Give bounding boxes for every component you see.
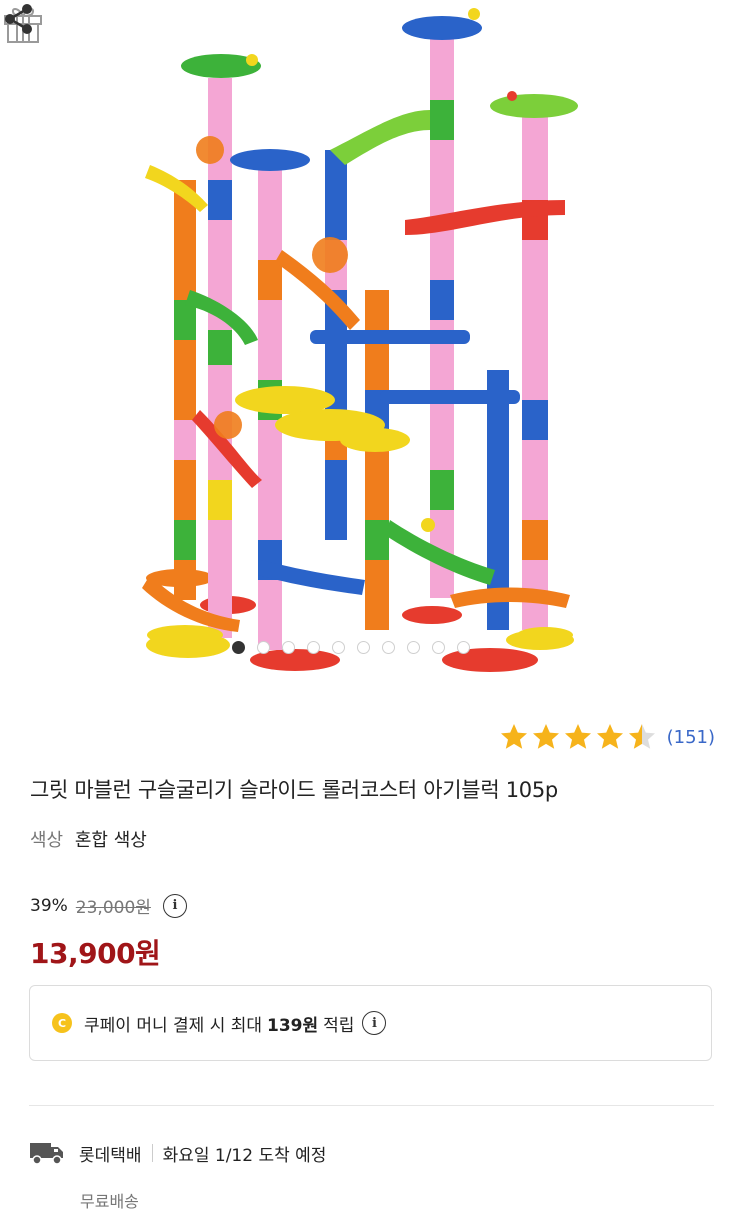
product-option: 색상 혼합 색상 (30, 826, 147, 852)
product-rating[interactable]: (151) (499, 722, 715, 752)
delivery-separator (151, 1144, 153, 1162)
price-info-icon[interactable]: i (162, 893, 187, 918)
sale-price: 13,900원 (30, 937, 161, 970)
star-rating (499, 722, 657, 752)
section-divider (29, 1105, 714, 1106)
reward-prefix: 쿠페이 머니 결제 시 최대 (84, 1015, 263, 1036)
carousel-dot[interactable] (357, 641, 370, 654)
coin-icon: C (52, 1013, 72, 1033)
carousel-dot[interactable] (282, 641, 295, 654)
reward-amount: 139원 (267, 1015, 319, 1036)
option-value: 혼합 색상 (74, 830, 147, 851)
reward-info-icon[interactable]: i (362, 1011, 387, 1035)
product-title: 그릿 마블런 구슬굴리기 슬라이드 롤러코스터 아기블럭 105p (30, 778, 558, 802)
star-icon (596, 724, 623, 749)
star-icon (532, 724, 559, 749)
review-count-link[interactable]: (151) (667, 727, 715, 748)
product-image-carousel[interactable] (0, 0, 743, 700)
option-label: 색상 (30, 830, 64, 851)
carousel-indicators (232, 641, 470, 654)
shipping-fee: 무료배송 (80, 1192, 139, 1211)
carousel-dot[interactable] (232, 641, 245, 654)
delivery-eta: 화요일 1/12 도착 예정 (162, 1145, 327, 1166)
discount-rate: 39% (30, 895, 68, 916)
carousel-dot[interactable] (307, 641, 320, 654)
carousel-dot[interactable] (382, 641, 395, 654)
carousel-dot[interactable] (332, 641, 345, 654)
star-icon (628, 724, 655, 749)
carousel-dot[interactable] (432, 641, 445, 654)
reward-banner: C 쿠페이 머니 결제 시 최대 139원 적립 i (29, 985, 712, 1061)
carousel-dot[interactable] (257, 641, 270, 654)
original-price: 23,000원 (75, 898, 151, 918)
share-icon[interactable] (0, 0, 38, 38)
star-icon (564, 724, 591, 749)
product-image (142, 8, 578, 672)
price-discount-row: 39% 23,000원 i (30, 893, 187, 918)
star-icon (500, 724, 527, 749)
delivery-info: 롯데택배 화요일 1/12 도착 예정 (29, 1140, 326, 1166)
delivery-carrier: 롯데택배 (79, 1145, 142, 1166)
reward-suffix: 적립 (323, 1015, 355, 1036)
truck-icon (30, 1143, 63, 1165)
carousel-dot[interactable] (407, 641, 420, 654)
carousel-dot[interactable] (457, 641, 470, 654)
